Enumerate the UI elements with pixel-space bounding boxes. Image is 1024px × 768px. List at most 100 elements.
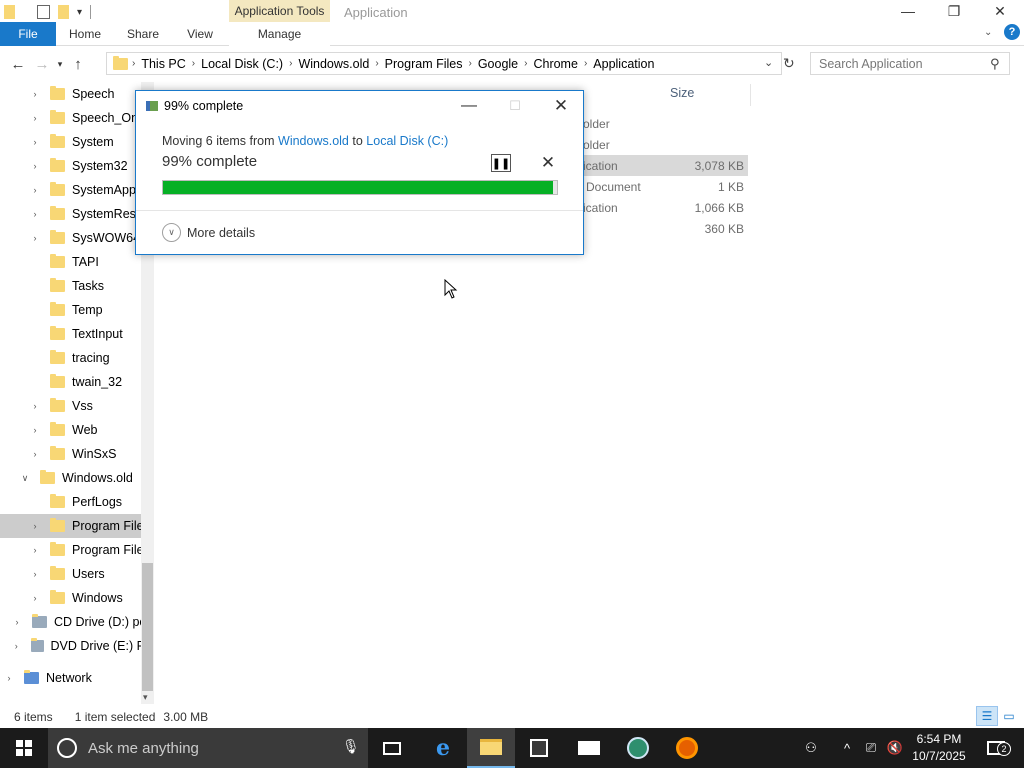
back-button[interactable]: ← <box>6 52 30 76</box>
chevron-right-icon[interactable]: › <box>30 161 40 171</box>
cancel-button[interactable]: ✕ <box>538 153 558 173</box>
edge-button[interactable]: e <box>419 728 467 768</box>
volume-muted-icon[interactable]: 🔇 <box>884 728 906 768</box>
tab-manage[interactable]: Manage <box>229 22 330 46</box>
mail-button[interactable] <box>565 728 613 768</box>
chevron-right-icon[interactable]: › <box>30 449 40 459</box>
firefox-button[interactable] <box>663 728 711 768</box>
network-icon[interactable]: ⎚ <box>860 728 882 768</box>
microphone-icon[interactable]: 🎙 <box>342 738 360 755</box>
search-input[interactable]: Search Application <box>810 52 1010 75</box>
sidebar-item[interactable]: tracing <box>30 346 154 370</box>
sidebar-item[interactable]: twain_32 <box>30 370 154 394</box>
folder-icon[interactable] <box>4 5 15 19</box>
file-size[interactable]: 3,078 KB <box>695 159 744 173</box>
help-icon[interactable]: ? <box>1004 24 1020 40</box>
chevron-right-icon[interactable]: › <box>4 673 14 683</box>
sidebar-item[interactable]: › Windows <box>30 586 154 610</box>
chevron-right-icon[interactable]: › <box>584 58 587 69</box>
column-header-size[interactable]: Size <box>670 86 694 100</box>
navpane-scroll-thumb[interactable] <box>142 563 153 691</box>
sidebar-item[interactable]: › Program Files <box>30 538 154 562</box>
chevron-right-icon[interactable]: › <box>12 641 21 651</box>
chevron-right-icon[interactable]: › <box>30 593 40 603</box>
chevron-right-icon[interactable]: › <box>30 209 40 219</box>
qat-dropdown-icon[interactable]: ▾ <box>77 7 82 18</box>
breadcrumb-program-files[interactable]: Program Files <box>385 57 463 71</box>
large-icons-view-icon[interactable]: ▭ <box>998 706 1020 726</box>
show-hidden-icons-icon[interactable]: ^ <box>836 728 858 768</box>
file-type[interactable]: Document <box>586 180 641 194</box>
chevron-right-icon[interactable]: › <box>468 58 471 69</box>
chevron-right-icon[interactable]: › <box>12 617 22 627</box>
task-view-button[interactable] <box>368 728 416 768</box>
properties-icon[interactable] <box>37 5 50 19</box>
sidebar-item[interactable]: › Vss <box>30 394 154 418</box>
sidebar-item[interactable]: › WinSxS <box>30 442 154 466</box>
file-type[interactable]: older <box>583 138 610 152</box>
file-explorer-button[interactable] <box>467 728 515 768</box>
destination-link[interactable]: Local Disk (C:) <box>366 134 448 148</box>
details-view-icon[interactable]: ☰ <box>976 706 998 726</box>
minimize-button[interactable]: — <box>885 0 931 22</box>
chevron-right-icon[interactable]: › <box>30 185 40 195</box>
tab-view[interactable]: View <box>172 22 228 46</box>
search-icon[interactable]: ⚲ <box>990 56 1000 72</box>
file-type[interactable]: ication <box>583 201 618 215</box>
restore-button[interactable]: ❐ <box>931 0 977 22</box>
chevron-right-icon[interactable]: › <box>30 137 40 147</box>
breadcrumb-windows-old[interactable]: Windows.old <box>298 57 369 71</box>
pause-button[interactable]: ❚❚ <box>491 154 511 172</box>
sidebar-item[interactable]: › Users <box>30 562 154 586</box>
clock[interactable]: 6:54 PM 10/7/2025 <box>906 731 972 765</box>
tab-home[interactable]: Home <box>56 22 114 46</box>
sidebar-item[interactable]: › Program Files <box>0 514 154 538</box>
file-size[interactable]: 360 KB <box>705 222 744 236</box>
sidebar-item[interactable]: › Web <box>30 418 154 442</box>
file-size[interactable]: 1,066 KB <box>695 201 744 215</box>
chevron-right-icon[interactable]: › <box>30 89 40 99</box>
sidebar-item[interactable]: › CD Drive (D:) per <box>12 610 154 634</box>
sidebar-item[interactable]: TextInput <box>30 322 154 346</box>
sidebar-item[interactable]: Temp <box>30 298 154 322</box>
address-dropdown-icon[interactable]: ⌄ <box>764 56 773 69</box>
store-button[interactable] <box>515 728 563 768</box>
dialog-minimize-button[interactable]: — <box>446 91 492 121</box>
people-icon[interactable]: ⚇ <box>798 728 824 768</box>
breadcrumb-google[interactable]: Google <box>478 57 518 71</box>
sidebar-item[interactable]: Tasks <box>30 274 154 298</box>
refresh-icon[interactable]: ↻ <box>783 55 795 72</box>
chevron-right-icon[interactable]: › <box>30 521 40 531</box>
sidebar-item[interactable]: PerfLogs <box>30 490 154 514</box>
source-link[interactable]: Windows.old <box>278 134 349 148</box>
ribbon-expand-icon[interactable]: ⌄ <box>984 27 992 38</box>
chevron-right-icon[interactable]: › <box>192 58 195 69</box>
cortana-search-box[interactable]: Ask me anything <box>48 728 368 768</box>
recent-locations-icon[interactable]: ▾ <box>54 52 66 76</box>
forward-button[interactable]: → <box>30 52 54 76</box>
tab-file[interactable]: File <box>0 22 56 46</box>
chevron-right-icon[interactable]: › <box>375 58 378 69</box>
chevron-right-icon[interactable]: › <box>289 58 292 69</box>
sidebar-item[interactable]: › DVD Drive (E:) RE <box>12 634 154 658</box>
file-size[interactable]: 1 KB <box>718 180 744 194</box>
breadcrumb-application[interactable]: Application <box>593 57 654 71</box>
more-details-button[interactable]: ∨ More details <box>162 223 255 242</box>
chevron-right-icon[interactable]: › <box>30 401 40 411</box>
scroll-down-icon[interactable]: ▾ <box>143 692 148 703</box>
sidebar-item[interactable]: ∨ Windows.old <box>20 466 154 490</box>
tab-share[interactable]: Share <box>114 22 172 46</box>
close-button[interactable]: ✕ <box>977 0 1023 22</box>
file-type[interactable]: ication <box>583 159 618 173</box>
dialog-close-button[interactable]: ✕ <box>538 91 584 121</box>
sidebar-item[interactable]: › Network <box>4 666 154 690</box>
breadcrumb-this-pc[interactable]: This PC <box>141 57 185 71</box>
breadcrumb-chrome[interactable]: Chrome <box>533 57 577 71</box>
chevron-right-icon[interactable]: › <box>524 58 527 69</box>
action-center-button[interactable]: 2 <box>978 728 1014 768</box>
breadcrumb-local-disk[interactable]: Local Disk (C:) <box>201 57 283 71</box>
network-app-button[interactable] <box>614 728 662 768</box>
start-button[interactable] <box>0 728 48 768</box>
chevron-down-icon[interactable]: ∨ <box>20 473 30 484</box>
chevron-right-icon[interactable]: › <box>30 113 40 123</box>
